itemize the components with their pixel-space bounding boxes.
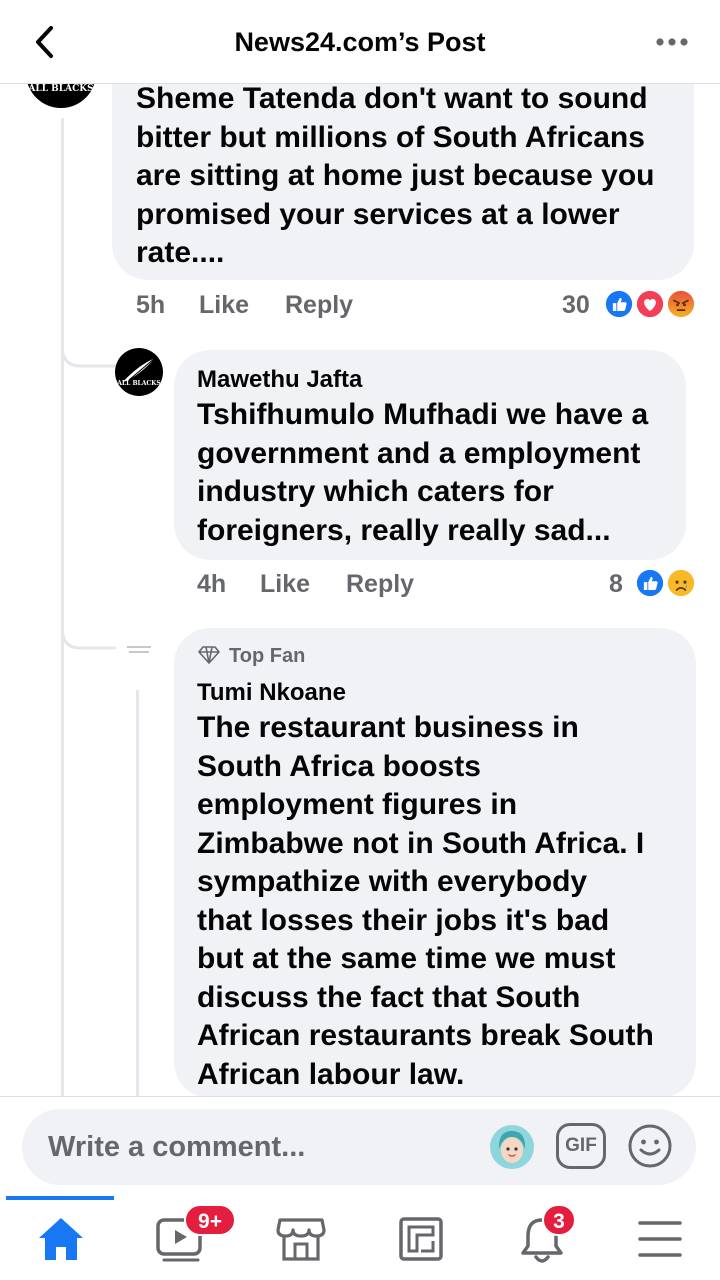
comment-text-line: African labour law. [197, 1057, 465, 1091]
nav-watch[interactable]: 9+ [120, 1196, 240, 1280]
fern-logo-icon [123, 357, 156, 382]
comment-text-line: Sheme Tatenda don't want to sound [136, 82, 648, 115]
nav-news-feed[interactable] [360, 1196, 480, 1280]
comment-text-line: government and a employment [197, 436, 641, 470]
page-title: News24.com’s Post [234, 27, 486, 57]
avatar-label: ALL BLACKS [28, 84, 94, 94]
comment-bubble[interactable]: Mawethu Jafta Tshifhumulo Mufhadi we hav… [174, 350, 686, 560]
comment-text-line: industry which caters for [197, 475, 554, 508]
comment-text-line: are sitting at home just because you [136, 159, 655, 192]
comment-text-line: rate.... [136, 236, 225, 269]
comment-text-line: Zimbabwe not in South Africa. I [197, 826, 645, 860]
marketplace-icon [276, 1218, 326, 1261]
emoji-icon[interactable] [626, 1122, 674, 1170]
bottom-navigation: 9+ 3 [0, 1196, 720, 1280]
comment-text-line: promised your services at a lower [136, 197, 620, 231]
comment-timestamp: 5h [136, 291, 166, 319]
diamond-icon [198, 646, 220, 664]
reply-button[interactable]: Reply [285, 291, 353, 320]
like-reaction-icon [603, 288, 635, 320]
comment-text-line: foreigners, really really sad... [197, 513, 611, 547]
reply-connector [61, 330, 117, 368]
gif-label: GIF [565, 1135, 597, 1156]
nav-home[interactable] [0, 1196, 120, 1280]
like-button[interactable]: Like [199, 291, 249, 320]
like-button[interactable]: Like [260, 570, 310, 599]
comment-text-line: sympathize with everybody [197, 865, 588, 898]
comment-text-line: employment figures in [197, 788, 518, 821]
comment-bubble[interactable]: Top Fan Tumi Nkoane The restaurant busin… [174, 628, 696, 1098]
profile-picture-icon [127, 646, 151, 653]
comment-text-line: that losses their jobs it's bad [197, 903, 610, 937]
watch-badge: 9+ [184, 1204, 236, 1236]
reaction-count[interactable]: 30 [562, 291, 590, 320]
sad-reaction-icon [665, 567, 697, 599]
comment-text-line: Tshifhumulo Mufhadi we have a [197, 398, 649, 431]
comment-input[interactable]: Write a comment... GIF [22, 1109, 696, 1185]
comment-composer-bar: Write a comment... GIF [0, 1096, 720, 1196]
menu-icon [638, 1221, 682, 1257]
comment-text-line: but at the same time we must [197, 942, 616, 975]
news-feed-icon [399, 1217, 443, 1261]
comment-author[interactable]: Tumi Nkoane [197, 679, 346, 707]
avatar-sticker-icon[interactable] [488, 1123, 536, 1171]
reaction-count[interactable]: 8 [609, 570, 623, 599]
thread-line-main [61, 118, 64, 1098]
top-fan-badge: Top Fan [229, 645, 306, 667]
notifications-badge: 3 [542, 1204, 576, 1236]
comment-text-line: African restaurants break South [197, 1019, 654, 1052]
reply-connector [61, 612, 117, 650]
comment-text-line: The restaurant business in [197, 711, 579, 744]
comment-text-line: South Africa boosts [197, 749, 481, 783]
comment-text-line: bitter but millions of South Africans [136, 120, 645, 154]
nav-menu[interactable] [600, 1196, 720, 1280]
home-icon [39, 1218, 83, 1260]
reply-button[interactable]: Reply [346, 570, 414, 599]
gif-button[interactable]: GIF [556, 1123, 606, 1169]
avatar[interactable]: ALL BLACKS [115, 348, 163, 396]
angry-reaction-icon [665, 288, 697, 320]
thread-line-nested [136, 690, 139, 1098]
more-options-button[interactable] [654, 30, 694, 54]
nav-marketplace[interactable] [240, 1196, 360, 1280]
more-horizontal-icon [656, 38, 688, 46]
avatar[interactable] [115, 630, 163, 678]
comment-author[interactable]: Mawethu Jafta [197, 366, 362, 394]
comment-input-placeholder: Write a comment... [48, 1131, 306, 1163]
comment-timestamp: 4h [197, 570, 227, 598]
post-header: News24.com’s Post [0, 0, 720, 84]
nav-notifications[interactable]: 3 [480, 1196, 600, 1280]
comment-text-line: discuss the fact that South [197, 980, 581, 1014]
like-reaction-icon [634, 567, 666, 599]
avatar-label: ALL BLACKS [117, 380, 161, 387]
love-reaction-icon [634, 288, 666, 320]
